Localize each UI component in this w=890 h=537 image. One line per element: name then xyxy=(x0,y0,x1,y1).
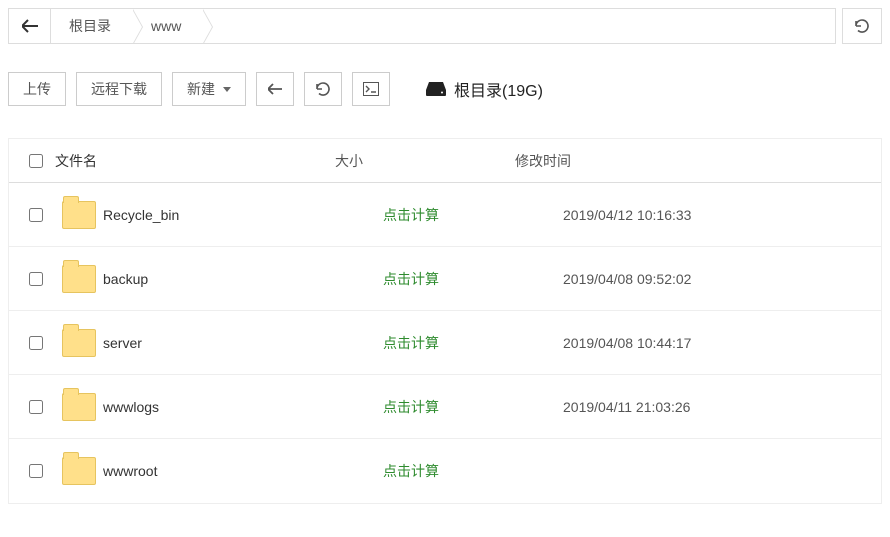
header-mtime[interactable]: 修改时间 xyxy=(515,151,875,171)
refresh-icon xyxy=(315,81,331,97)
table-row[interactable]: backup点击计算 2019/04/08 09:52:02 xyxy=(9,247,881,311)
button-label: 新建 xyxy=(187,79,215,99)
row-checkbox[interactable] xyxy=(29,400,43,414)
button-label: 上传 xyxy=(23,79,51,99)
table-row[interactable]: server点击计算 2019/04/08 10:44:17 xyxy=(9,311,881,375)
button-label: 远程下载 xyxy=(91,79,147,99)
file-mtime: 2019/04/11 21:03:26 xyxy=(563,399,875,415)
toolbar: 上传 远程下载 新建 根目录(19G) xyxy=(8,72,882,106)
refresh-icon xyxy=(854,18,870,34)
upload-button[interactable]: 上传 xyxy=(8,72,66,106)
disk-label: 根目录(19G) xyxy=(454,77,543,101)
row-checkbox[interactable] xyxy=(29,272,43,286)
folder-icon xyxy=(62,265,96,293)
breadcrumb-root[interactable]: 根目录 xyxy=(51,9,133,43)
folder-icon xyxy=(62,393,96,421)
file-mtime: 2019/04/12 10:16:33 xyxy=(563,207,875,223)
file-name[interactable]: server xyxy=(103,335,383,351)
file-mtime: 2019/04/08 10:44:17 xyxy=(563,335,875,351)
size-calc-link[interactable]: 点击计算 xyxy=(383,335,439,351)
toolbar-back-button[interactable] xyxy=(256,72,294,106)
terminal-icon xyxy=(363,82,379,96)
file-name[interactable]: Recycle_bin xyxy=(103,207,383,223)
select-all-checkbox[interactable] xyxy=(29,154,43,168)
file-table: 文件名 大小 修改时间 Recycle_bin点击计算2019/04/12 10… xyxy=(8,138,882,504)
file-name[interactable]: wwwlogs xyxy=(103,399,383,415)
folder-icon xyxy=(62,457,96,485)
row-checkbox[interactable] xyxy=(29,336,43,350)
folder-icon xyxy=(62,201,96,229)
toolbar-refresh-button[interactable] xyxy=(304,72,342,106)
new-button[interactable]: 新建 xyxy=(172,72,246,106)
arrow-left-icon xyxy=(268,83,282,95)
breadcrumb: 根目录 www xyxy=(8,8,836,44)
terminal-button[interactable] xyxy=(352,72,390,106)
size-calc-link[interactable]: 点击计算 xyxy=(383,207,439,223)
breadcrumb-label: 根目录 xyxy=(69,16,111,36)
remote-download-button[interactable]: 远程下载 xyxy=(76,72,162,106)
file-name[interactable]: wwwroot xyxy=(103,463,383,479)
chevron-down-icon xyxy=(223,87,231,92)
folder-icon xyxy=(62,329,96,357)
header-size[interactable]: 大小 xyxy=(335,151,515,171)
header-name[interactable]: 文件名 xyxy=(55,151,335,171)
refresh-button[interactable] xyxy=(842,8,882,44)
table-header: 文件名 大小 修改时间 xyxy=(9,139,881,183)
disk-icon xyxy=(426,82,446,96)
file-name[interactable]: backup xyxy=(103,271,383,287)
row-checkbox[interactable] xyxy=(29,464,43,478)
size-calc-link[interactable]: 点击计算 xyxy=(383,463,439,479)
disk-indicator: 根目录(19G) xyxy=(426,77,543,101)
size-calc-link[interactable]: 点击计算 xyxy=(383,399,439,415)
table-row[interactable]: wwwroot点击计算 xyxy=(9,439,881,503)
breadcrumb-www[interactable]: www xyxy=(133,9,203,43)
row-checkbox[interactable] xyxy=(29,208,43,222)
back-button[interactable] xyxy=(9,9,51,43)
file-mtime: 2019/04/08 09:52:02 xyxy=(563,271,875,287)
table-row[interactable]: Recycle_bin点击计算 2019/04/12 10:16:33 xyxy=(9,183,881,247)
table-row[interactable]: wwwlogs点击计算 2019/04/11 21:03:26 xyxy=(9,375,881,439)
breadcrumb-label: www xyxy=(151,18,181,34)
size-calc-link[interactable]: 点击计算 xyxy=(383,271,439,287)
arrow-left-icon xyxy=(22,19,38,33)
